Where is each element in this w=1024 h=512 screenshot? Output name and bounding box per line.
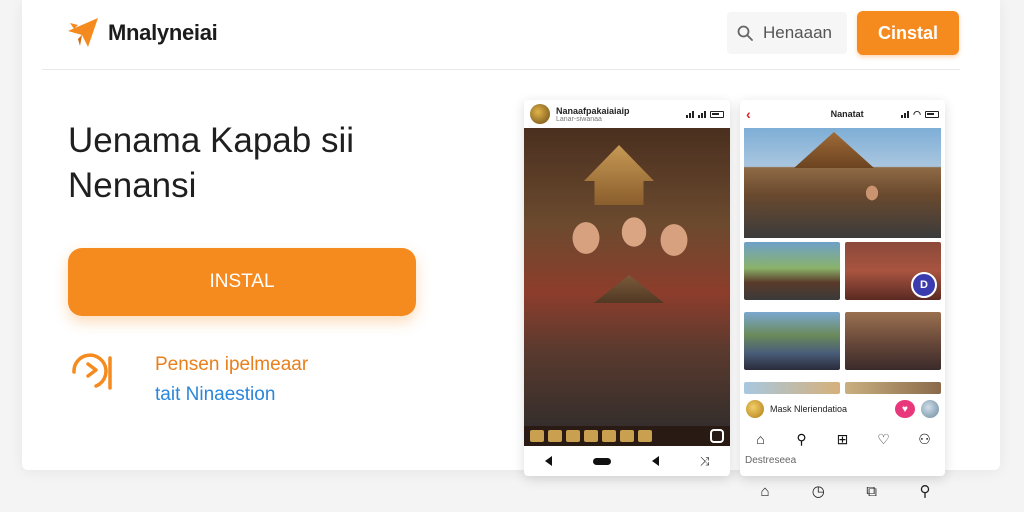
heart-icon[interactable]: ♥	[895, 400, 915, 418]
pavilion-roof-image	[794, 132, 874, 168]
paper-plane-logo-icon[interactable]	[66, 15, 100, 49]
battery-icon	[710, 110, 724, 118]
wifi-icon: ◠	[913, 108, 921, 119]
photo-thumbnail-strip[interactable]	[524, 426, 730, 446]
signal-icon-2	[698, 110, 706, 118]
clock-icon[interactable]: ◷	[808, 481, 828, 501]
phone2-status-bar: ‹ Nanatat ◠	[740, 100, 945, 128]
user-badge[interactable]: D	[911, 272, 937, 298]
search-icon[interactable]: ⚲	[915, 481, 935, 501]
thumbnail[interactable]	[602, 430, 616, 442]
install-header-button[interactable]: Cinstal	[857, 11, 959, 55]
search-label: Henaaan	[763, 23, 833, 42]
account-name: Nanaafpakaiaiaip	[556, 105, 630, 116]
thumbnail[interactable]	[548, 430, 562, 442]
phone-mockup-feed: Nanaafpakaiaiaip Lanar-siwanaa ⤨	[524, 100, 730, 476]
add-post-icon[interactable]: ⊞	[833, 429, 853, 449]
signal-icon	[901, 110, 910, 118]
activity-icon[interactable]: ♡	[874, 429, 894, 449]
phone1-status-bar: Nanaafpakaiaiaip Lanar-siwanaa	[524, 100, 730, 128]
thumbnail[interactable]	[638, 430, 652, 442]
account-subtitle: Lanar-siwanaa	[556, 115, 602, 123]
feature-text-line-1: Pensen ipelmeaar	[155, 354, 309, 375]
recent-nav-icon[interactable]	[651, 456, 659, 466]
gallery-tile[interactable]	[744, 312, 840, 370]
search-button[interactable]: Henaaan	[727, 12, 847, 54]
account-info: Nanaafpakaiaiaip Lanar-siwanaa	[556, 106, 630, 123]
top-navbar: Mnalyneiai Henaaan Cinstal	[42, 0, 960, 70]
thumbnail[interactable]	[620, 430, 634, 442]
phone2-title: Nanatat	[830, 109, 864, 119]
brand-name[interactable]: Mnalyneiai	[108, 20, 218, 46]
gallery-tile[interactable]	[744, 382, 840, 394]
back-arrow-icon[interactable]: ‹	[746, 106, 751, 122]
share-icon[interactable]: ⧉	[862, 481, 882, 501]
bottom-caption: Destreseea	[745, 455, 797, 466]
home-icon[interactable]: ⌂	[755, 481, 775, 501]
shuffle-icon[interactable]: ⤨	[700, 454, 710, 469]
gallery-tile[interactable]	[744, 242, 840, 300]
search-icon[interactable]: ⚲	[792, 429, 812, 449]
signal-indicators	[686, 110, 724, 118]
thumbnail[interactable]	[566, 430, 580, 442]
instagram-icon[interactable]	[710, 429, 724, 443]
headline-line-2: Nenansi	[68, 166, 197, 205]
battery-icon	[925, 110, 939, 118]
home-icon[interactable]: ⌂	[751, 429, 771, 449]
back-nav-icon[interactable]	[544, 456, 552, 466]
profile-icon[interactable]: ⚇	[915, 429, 935, 449]
profile-avatar-2[interactable]	[921, 400, 939, 418]
feature-link[interactable]: tait Ninaestion	[155, 384, 275, 406]
gallery-tile[interactable]	[845, 382, 941, 394]
search-icon	[737, 25, 753, 41]
signal-indicators: ◠	[901, 109, 939, 120]
refresh-clock-icon	[72, 353, 112, 390]
thumbnail[interactable]	[530, 430, 544, 442]
thumbnail[interactable]	[584, 430, 598, 442]
headline-line-1: Uenama Kapab sii	[68, 121, 354, 160]
home-nav-icon[interactable]	[592, 457, 611, 465]
hero-headline: Uenama Kapab sii Nenansi	[68, 118, 468, 208]
profile-name[interactable]: Mask Nleriendatioa	[770, 404, 847, 414]
signal-icon	[686, 110, 694, 118]
gallery-hero-image[interactable]	[744, 128, 941, 238]
account-avatar[interactable]	[530, 104, 550, 124]
phone1-nav-bar: ⤨	[524, 446, 730, 476]
install-cta-button[interactable]: INSTAL	[68, 248, 416, 316]
bottom-icon-row: ⌂ ◷ ⧉ ⚲	[755, 478, 935, 504]
profile-row: Mask Nleriendatioa ♥	[740, 396, 945, 422]
gallery-tile[interactable]	[845, 312, 941, 370]
profile-avatar[interactable]	[746, 400, 764, 418]
phone2-tab-bar: ⌂ ⚲ ⊞ ♡ ⚇	[740, 426, 945, 452]
phone-mockup-gallery: ‹ Nanatat ◠ D Mask Nleriendatioa ♥ ⌂ ⚲ ⊞…	[740, 100, 945, 476]
